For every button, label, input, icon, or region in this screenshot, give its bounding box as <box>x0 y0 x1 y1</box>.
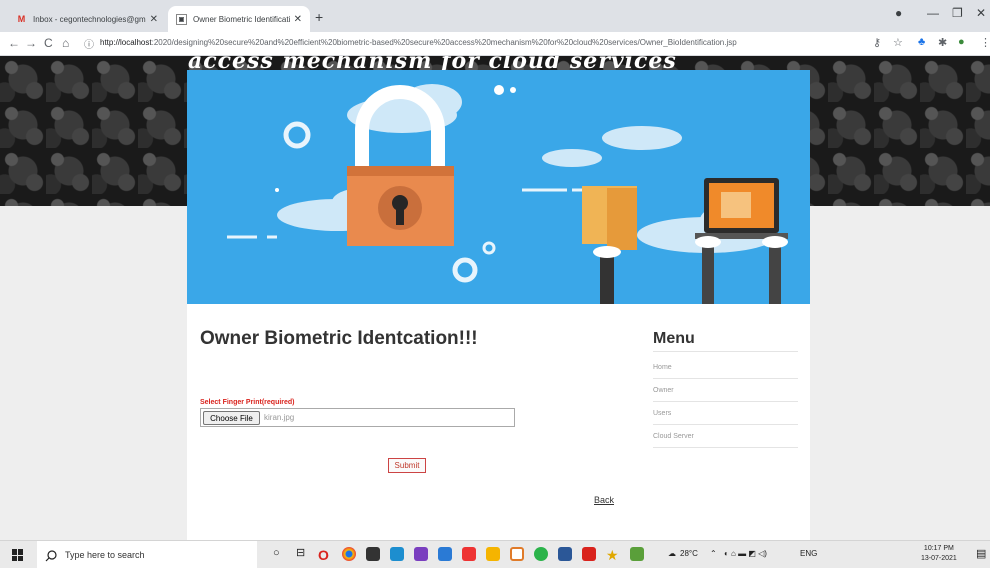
banner-illustration <box>187 70 810 304</box>
web-page: access mechanism for cloud services Owne… <box>0 56 990 540</box>
menu-divider <box>653 424 798 425</box>
window-close-button[interactable]: ✕ <box>976 6 986 20</box>
clock-date: 13-07-2021 <box>921 555 957 562</box>
page-icon: ▣ <box>176 13 187 25</box>
tab-label: Owner Biometric Identification <box>193 14 290 24</box>
chrome-icon[interactable] <box>342 547 356 561</box>
windows-taskbar: Type here to search ○ ⊟ O ★ ☁ 28°C ⌃ ◐ ⌂… <box>0 540 990 568</box>
key-icon[interactable]: ⚷ <box>873 36 881 49</box>
url-host: http://localhost <box>100 38 152 47</box>
new-tab-button[interactable]: + <box>315 9 323 25</box>
choose-file-button[interactable]: Choose File <box>203 411 260 425</box>
puzzle-icon[interactable]: ✱ <box>938 36 947 49</box>
weather-icon[interactable]: ☁ <box>668 549 676 558</box>
close-icon[interactable]: ✕ <box>294 14 302 25</box>
clock-time: 10:17 PM <box>923 545 954 552</box>
app-icon[interactable] <box>510 547 524 561</box>
store-icon[interactable] <box>366 547 380 561</box>
menu-item-cloud-server[interactable]: Cloud Server <box>653 433 694 440</box>
language-indicator[interactable]: ENG <box>800 549 817 558</box>
tab-inbox[interactable]: M Inbox - cegontechnologies@gm ✕ <box>8 6 166 32</box>
chevron-up-icon[interactable]: ⌃ <box>710 549 717 558</box>
search-placeholder: Type here to search <box>65 549 145 560</box>
main-content: Owner Biometric Identcation!!! Select Fi… <box>187 304 810 540</box>
submit-button[interactable]: Submit <box>388 458 426 473</box>
tab-label: Inbox - cegontechnologies@gm <box>33 14 146 24</box>
selected-file-name: kiran.jpg <box>264 413 295 422</box>
task-view-icon[interactable]: ⊟ <box>296 546 305 559</box>
whatsapp-icon[interactable] <box>534 547 548 561</box>
url-path: :2020/designing%20secure%20and%20efficie… <box>151 38 737 47</box>
menu-divider <box>653 351 798 352</box>
word-icon[interactable] <box>558 547 572 561</box>
content-container: Owner Biometric Identcation!!! Select Fi… <box>187 70 810 540</box>
page-title: Owner Biometric Identcation!!! <box>200 328 478 349</box>
tray-icons[interactable]: ◐ ⌂ ▬ ◩ ◁) <box>724 549 767 558</box>
menu-item-owner[interactable]: Owner <box>653 387 674 394</box>
menu-item-users[interactable]: Users <box>653 410 671 417</box>
info-icon[interactable]: ⓘ <box>84 36 94 51</box>
windows-start-icon[interactable] <box>12 549 24 561</box>
security-banner-image <box>187 70 810 304</box>
forward-arrow-icon[interactable]: → <box>25 36 37 50</box>
cortana-icon[interactable]: ○ <box>273 547 280 559</box>
office-icon[interactable] <box>582 547 596 561</box>
mail-icon[interactable] <box>390 547 404 561</box>
minimize-button[interactable]: — <box>927 6 939 20</box>
maximize-button[interactable]: ❐ <box>952 6 963 20</box>
app-icon[interactable] <box>414 547 428 561</box>
search-icon <box>45 549 57 561</box>
finger-print-file-input[interactable]: Choose File kiran.jpg <box>200 408 515 427</box>
menu-divider <box>653 447 798 448</box>
tab-owner-biometric[interactable]: ▣ Owner Biometric Identification ✕ <box>168 6 310 32</box>
back-arrow-icon[interactable]: ← <box>8 36 20 50</box>
close-icon[interactable]: ✕ <box>150 14 158 25</box>
app-icon[interactable] <box>462 547 476 561</box>
app-icon[interactable] <box>438 547 452 561</box>
browser-tab-strip: M Inbox - cegontechnologies@gm ✕ ▣ Owner… <box>0 0 990 32</box>
avatar[interactable]: ● <box>958 36 965 48</box>
gmail-icon: M <box>17 14 26 24</box>
extension-icon[interactable]: ♣ <box>918 36 925 48</box>
file-explorer-icon[interactable] <box>486 547 500 561</box>
app-icon[interactable] <box>630 547 644 561</box>
star-app-icon[interactable]: ★ <box>606 547 620 563</box>
menu-item-home[interactable]: Home <box>653 364 672 371</box>
menu-divider <box>653 401 798 402</box>
menu-title: Menu <box>653 330 695 347</box>
reload-icon[interactable]: C <box>44 36 53 50</box>
finger-print-label: Select Finger Print(required) <box>200 399 295 406</box>
menu-divider <box>653 378 798 379</box>
taskbar-clock[interactable]: 10:17 PM 13-07-2021 <box>921 544 957 564</box>
profile-icon[interactable]: ● <box>895 6 902 20</box>
star-icon[interactable]: ☆ <box>893 36 903 49</box>
home-icon[interactable]: ⌂ <box>62 36 69 50</box>
url-field[interactable]: http://localhost:2020/designing%20secure… <box>100 38 737 47</box>
address-bar-row: ← → C ⌂ ⓘ http://localhost:2020/designin… <box>0 32 990 56</box>
taskbar-search-box[interactable]: Type here to search <box>37 541 257 568</box>
more-menu-icon[interactable]: ⋮ <box>980 36 990 49</box>
weather-temperature[interactable]: 28°C <box>680 549 698 558</box>
opera-icon[interactable]: O <box>318 547 332 563</box>
back-link[interactable]: Back <box>594 495 614 505</box>
notification-icon[interactable]: ▤ <box>976 547 986 560</box>
